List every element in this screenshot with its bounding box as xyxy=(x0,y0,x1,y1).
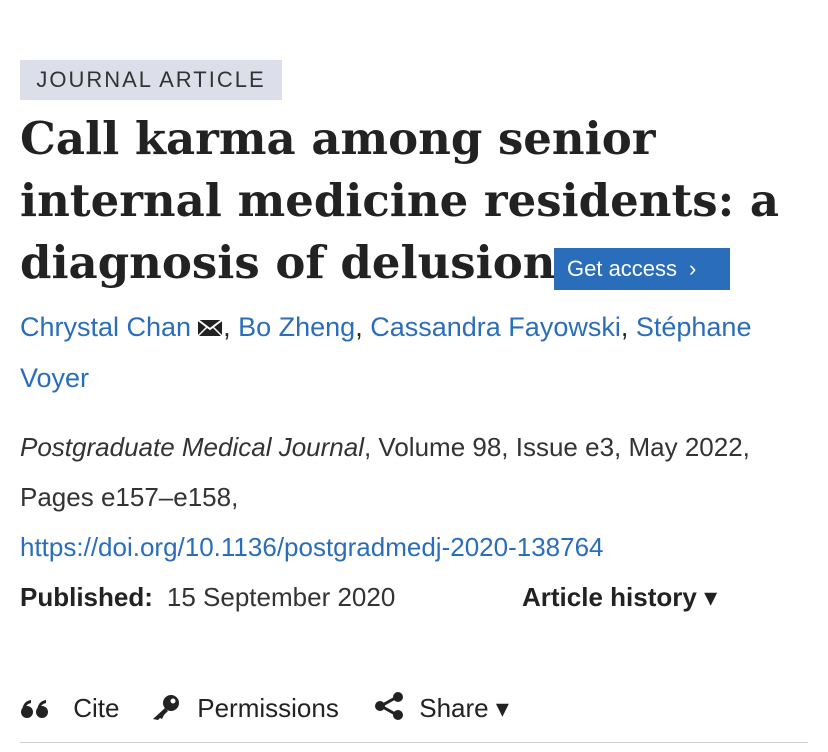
author-separator: , xyxy=(355,312,363,342)
author-separator: , xyxy=(223,312,231,342)
permissions-label: Permissions xyxy=(197,693,339,723)
get-access-button[interactable]: Get access › xyxy=(554,248,730,290)
publication-row: Published: 15 September 2020 Article hist… xyxy=(20,572,810,622)
citation-block: Postgraduate Medical Journal, Volume 98,… xyxy=(20,422,810,572)
author-link-bo-zheng[interactable]: Bo Zheng xyxy=(238,312,355,342)
mail-icon[interactable] xyxy=(197,303,223,353)
divider xyxy=(20,742,808,743)
author-list: Chrystal Chan, Bo Zheng, Cassandra Fayow… xyxy=(20,302,800,403)
author-link-cassandra-fayowski[interactable]: Cassandra Fayowski xyxy=(370,312,621,342)
permissions-button[interactable]: Permissions xyxy=(150,684,339,732)
quote-icon xyxy=(20,693,52,723)
chevron-right-icon: › xyxy=(689,256,697,281)
key-icon xyxy=(150,693,182,723)
cite-button[interactable]: Cite xyxy=(20,684,119,732)
author-link-chrystal-chan[interactable]: Chrystal Chan xyxy=(20,312,191,342)
share-button[interactable]: Share ▾ xyxy=(372,684,509,732)
doi-link[interactable]: https://doi.org/10.1136/postgradmedj-202… xyxy=(20,532,604,562)
article-history-label: Article history xyxy=(522,582,697,612)
share-label: Share xyxy=(419,693,489,723)
caret-down-icon: ▾ xyxy=(704,582,718,612)
published-date: 15 September 2020 xyxy=(166,582,396,612)
cite-label: Cite xyxy=(73,693,120,723)
published-label: Published: xyxy=(20,582,153,612)
get-access-label: Get access xyxy=(567,256,678,281)
article-toolbar: Cite Permissions Share ▾ xyxy=(20,684,810,732)
author-separator: , xyxy=(620,312,629,342)
share-icon xyxy=(372,692,406,723)
article-type-badge: JOURNAL ARTICLE xyxy=(20,60,282,100)
caret-down-icon: ▾ xyxy=(495,693,509,723)
article-history-toggle[interactable]: Article history ▾ xyxy=(522,572,717,622)
journal-name: Postgraduate Medical Journal xyxy=(20,432,364,462)
